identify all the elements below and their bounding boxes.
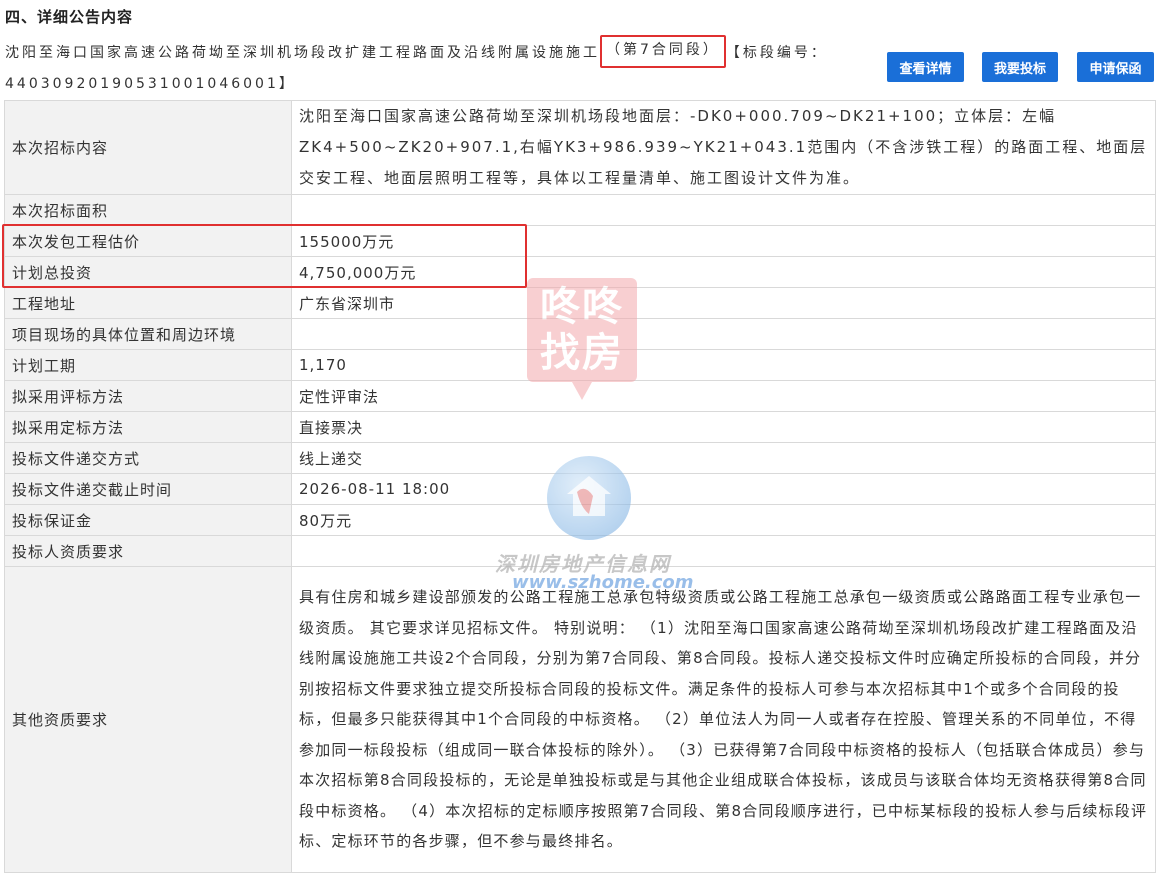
table-row: 计划总投资 4,750,000万元 (4, 256, 1156, 288)
row-value: 155000万元 (291, 225, 1156, 257)
table-row: 拟采用定标方法 直接票决 (4, 411, 1156, 443)
row-value: 80万元 (291, 504, 1156, 536)
table-row: 投标文件递交方式 线上递交 (4, 442, 1156, 474)
table-row: 项目现场的具体位置和周边环境 (4, 318, 1156, 350)
contract-section-highlight: （第7合同段） (600, 35, 726, 68)
row-value: 广东省深圳市 (291, 287, 1156, 319)
row-value (291, 318, 1156, 350)
row-label: 计划总投资 (4, 256, 292, 288)
table-row: 拟采用评标方法 定性评审法 (4, 380, 1156, 412)
table-row: 工程地址 广东省深圳市 (4, 287, 1156, 319)
row-label: 计划工期 (4, 349, 292, 381)
row-label: 项目现场的具体位置和周边环境 (4, 318, 292, 350)
row-label: 投标文件递交截止时间 (4, 473, 292, 505)
table-row: 计划工期 1,170 (4, 349, 1156, 381)
row-label: 本次招标面积 (4, 194, 292, 226)
project-header: 沈阳至海口国家高速公路荷坳至深圳机场段改扩建工程路面及沿线附属设施施工 （第7合同… (5, 35, 875, 98)
row-value: 线上递交 (291, 442, 1156, 474)
view-details-button[interactable]: 查看详情 (887, 52, 964, 82)
contract-section: （第7合同段） (606, 42, 720, 58)
table-row: 投标文件递交截止时间 2026-08-11 18:00 (4, 473, 1156, 505)
row-value: 1,170 (291, 349, 1156, 381)
row-label: 投标文件递交方式 (4, 442, 292, 474)
row-label: 拟采用定标方法 (4, 411, 292, 443)
row-label: 拟采用评标方法 (4, 380, 292, 412)
row-value: 2026-08-11 18:00 (291, 473, 1156, 505)
row-value: 直接票决 (291, 411, 1156, 443)
submit-bid-button[interactable]: 我要投标 (982, 52, 1058, 82)
row-label: 其他资质要求 (4, 566, 292, 873)
bid-code: 44030920190531001046001】 (5, 76, 296, 92)
apply-guarantee-button[interactable]: 申请保函 (1077, 52, 1154, 82)
row-label: 投标人资质要求 (4, 535, 292, 567)
bid-code-label: 【标段编号： (725, 45, 828, 61)
row-value: 具有住房和城乡建设部颁发的公路工程施工总承包特级资质或公路工程施工总承包一级资质… (291, 566, 1156, 873)
table-row: 本次招标面积 (4, 194, 1156, 226)
project-name: 沈阳至海口国家高速公路荷坳至深圳机场段改扩建工程路面及沿线附属设施施工 (5, 45, 600, 61)
table-row: 投标保证金 80万元 (4, 504, 1156, 536)
row-value (291, 535, 1156, 567)
section-title: 四、详细公告内容 (5, 8, 134, 26)
row-label: 投标保证金 (4, 504, 292, 536)
row-label: 本次发包工程估价 (4, 225, 292, 257)
table-row: 其他资质要求 具有住房和城乡建设部颁发的公路工程施工总承包特级资质或公路工程施工… (4, 566, 1156, 873)
table-row: 本次发包工程估价 155000万元 (4, 225, 1156, 257)
row-value (291, 194, 1156, 226)
row-value: 沈阳至海口国家高速公路荷坳至深圳机场段地面层：-DK0+000.709~DK21… (291, 100, 1156, 195)
row-label: 工程地址 (4, 287, 292, 319)
row-value: 定性评审法 (291, 380, 1156, 412)
bid-info-table: 本次招标内容 沈阳至海口国家高速公路荷坳至深圳机场段地面层：-DK0+000.7… (4, 100, 1156, 873)
row-value: 4,750,000万元 (291, 256, 1156, 288)
table-row: 投标人资质要求 (4, 535, 1156, 567)
row-label: 本次招标内容 (4, 100, 292, 195)
table-row: 本次招标内容 沈阳至海口国家高速公路荷坳至深圳机场段地面层：-DK0+000.7… (4, 100, 1156, 195)
